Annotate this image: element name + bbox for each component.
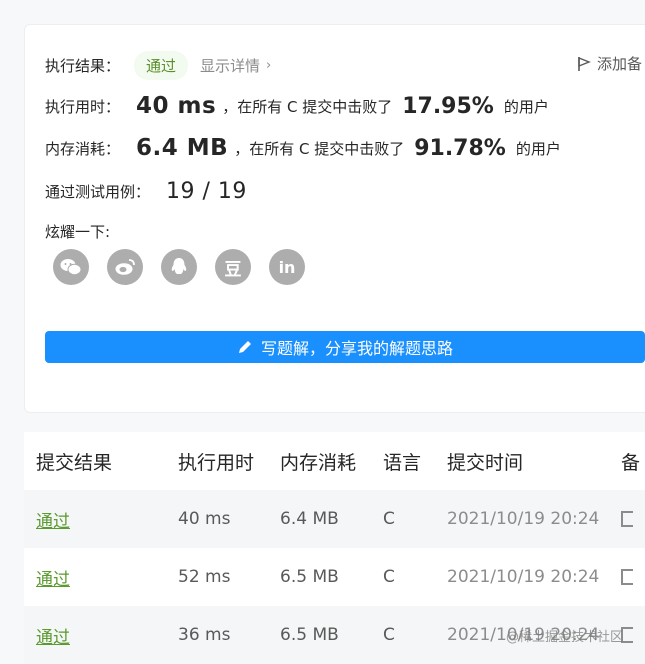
row-language: C (383, 625, 395, 645)
header-note[interactable]: 备 (621, 448, 640, 475)
tests-value: 19 / 19 (166, 179, 247, 204)
runtime-percent: 17.95% (402, 93, 494, 119)
table-header: 提交结果 执行用时 内存消耗 语言 提交时间 备 (24, 432, 645, 490)
row-result-link[interactable]: 通过 (36, 507, 70, 532)
runtime-suffix: 的用户 (503, 97, 549, 116)
row-runtime: 36 ms (178, 625, 231, 645)
header-result[interactable]: 提交结果 (36, 448, 112, 475)
memory-percent: 91.78% (414, 135, 506, 161)
header-runtime[interactable]: 执行用时 (178, 448, 254, 475)
row-memory: 6.4 MB (280, 509, 339, 529)
show-details-link[interactable]: 显示详情 › (200, 55, 271, 76)
runtime-value: 40 ms (136, 93, 217, 119)
wechat-icon[interactable] (53, 249, 89, 285)
row-language: C (383, 567, 395, 587)
chevron-right-icon: › (266, 58, 272, 73)
row-result-link[interactable]: 通过 (36, 565, 70, 590)
row-submit-time: 2021/10/19 20:24 (447, 567, 600, 587)
pencil-icon (238, 341, 251, 353)
row-language: C (383, 509, 395, 529)
qq-icon[interactable] (161, 249, 197, 285)
submission-result-card: 执行结果： 通过 显示详情 › 添加备 执行用时： 40 ms ，在所有 C 提… (24, 24, 645, 413)
add-note-button[interactable]: 添加备 (577, 53, 642, 74)
flag-icon (578, 56, 591, 71)
share-icons: 豆 in (53, 249, 305, 285)
table-row[interactable]: 通过 40 ms 6.4 MB C 2021/10/19 20:24 (24, 490, 645, 548)
note-icon[interactable] (621, 569, 633, 585)
write-solution-label: 写题解，分享我的解题思路 (260, 339, 453, 358)
runtime-label: 执行用时： (45, 97, 121, 116)
tests-row: 通过测试用例： 19 / 19 (45, 179, 247, 204)
weibo-icon[interactable] (107, 249, 143, 285)
note-icon[interactable] (621, 511, 633, 527)
linkedin-glyph: in (278, 257, 296, 277)
write-solution-button[interactable]: 写题解，分享我的解题思路 (45, 331, 645, 363)
header-memory[interactable]: 内存消耗 (280, 448, 356, 475)
row-memory: 6.5 MB (280, 625, 339, 645)
result-row: 执行结果： 通过 显示详情 › (45, 51, 271, 80)
share-label-row: 炫耀一下: (45, 221, 110, 242)
memory-suffix: 的用户 (515, 139, 561, 158)
row-result-link[interactable]: 通过 (36, 623, 70, 648)
table-row[interactable]: 通过 52 ms 6.5 MB C 2021/10/19 20:24 (24, 548, 645, 606)
douban-glyph: 豆 (224, 259, 242, 280)
watermark: @稀土掘金技术社区 (506, 630, 624, 645)
show-details-label: 显示详情 (200, 57, 261, 75)
share-label: 炫耀一下: (45, 223, 111, 241)
douban-icon[interactable]: 豆 (215, 249, 251, 285)
memory-label: 内存消耗： (45, 139, 121, 158)
runtime-row: 执行用时： 40 ms ，在所有 C 提交中击败了 17.95% 的用户 (45, 93, 549, 119)
runtime-beat-text: ，在所有 C 提交中击败了 (222, 97, 393, 116)
status-badge: 通过 (134, 51, 189, 80)
header-language[interactable]: 语言 (383, 448, 421, 475)
linkedin-icon[interactable]: in (269, 249, 305, 285)
memory-row: 内存消耗： 6.4 MB ，在所有 C 提交中击败了 91.78% 的用户 (45, 135, 561, 161)
row-runtime: 52 ms (178, 567, 231, 587)
row-runtime: 40 ms (178, 509, 231, 529)
memory-value: 6.4 MB (136, 135, 229, 161)
memory-beat-text: ，在所有 C 提交中击败了 (234, 139, 405, 158)
row-submit-time: 2021/10/19 20:24 (447, 509, 600, 529)
result-label: 执行结果： (45, 57, 121, 75)
tests-label: 通过测试用例： (45, 183, 151, 201)
add-note-label: 添加备 (597, 55, 643, 73)
header-submit-time[interactable]: 提交时间 (447, 448, 523, 475)
row-memory: 6.5 MB (280, 567, 339, 587)
